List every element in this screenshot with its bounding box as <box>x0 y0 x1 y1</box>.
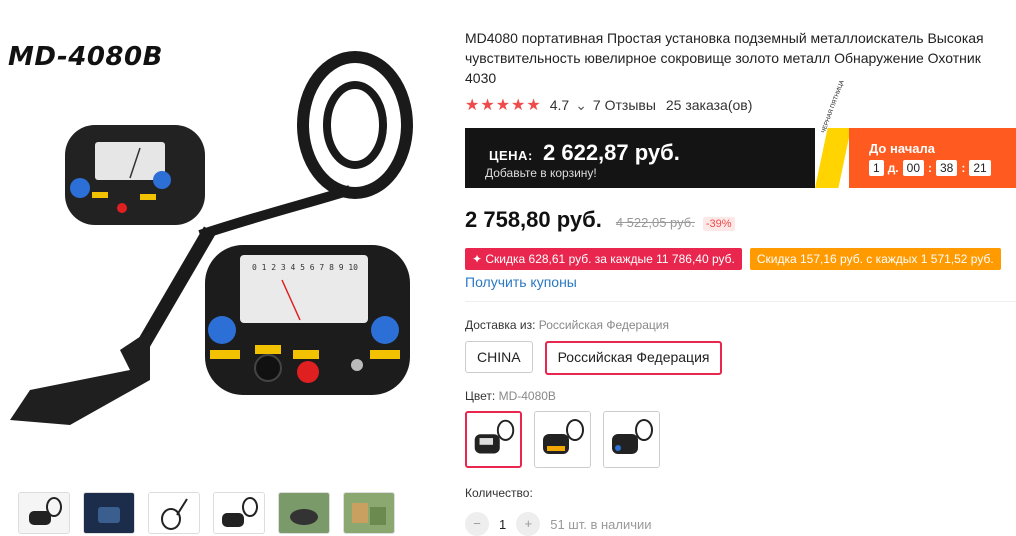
promo-banner: ЦЕНА: 2 622,87 руб. Добавьте в корзину! … <box>465 80 1016 188</box>
main-product-image[interactable]: 0 1 2 3 4 5 6 7 8 9 10 <box>0 30 452 485</box>
promo-stripe <box>815 128 851 188</box>
product-gallery: MD-4080B 0 1 2 3 4 5 6 7 8 9 10 <box>0 0 452 534</box>
coupon-list: ✦ Скидка 628,61 руб. за каждые 11 786,40… <box>465 248 1001 270</box>
chevron-down-icon[interactable]: ⌄ <box>575 97 587 114</box>
color-swatch[interactable] <box>465 411 522 468</box>
timer-minutes: 38 <box>936 160 958 176</box>
timer-days-suffix: д. <box>887 161 899 175</box>
discount-badge: -39% <box>702 217 735 231</box>
ship-option-russia[interactable]: Российская Федерация <box>544 341 723 375</box>
color-label: Цвет: MD-4080B <box>465 389 556 403</box>
promo-price-value: 2 622,87 руб. <box>543 140 680 165</box>
quantity-label: Количество: <box>465 486 533 500</box>
promo-price-label: ЦЕНА: <box>489 148 533 163</box>
coupon-select[interactable]: Скидка 157,16 руб. с каждых 1 571,52 руб… <box>749 248 1001 270</box>
promo-price-block: ЦЕНА: 2 622,87 руб. Добавьте в корзину! <box>465 128 815 188</box>
old-price: 4 522,05 руб. <box>615 215 695 230</box>
shipping-selected-value: Российская Федерация <box>538 318 669 332</box>
thumbnail[interactable] <box>18 492 70 534</box>
orders-count: 25 заказа(ов) <box>665 97 753 113</box>
quantity-decrease-button[interactable]: − <box>465 512 489 536</box>
price-row: 2 758,80 руб. 4 522,05 руб. -39% <box>465 207 735 233</box>
star-rating-icon: ★★★★★ <box>465 97 542 114</box>
rating-value: 4.7 <box>549 97 570 113</box>
timer-hours: 00 <box>902 160 924 176</box>
timer-sep: : <box>928 161 932 175</box>
thumbnail[interactable] <box>278 492 330 534</box>
svg-text:0 1 2 3 4 5 6 7 8 9 10: 0 1 2 3 4 5 6 7 8 9 10 <box>252 263 358 272</box>
shipping-options: CHINA Российская Федерация <box>465 341 723 375</box>
color-swatch[interactable] <box>534 411 591 468</box>
timer-sep: : <box>961 161 966 175</box>
quantity-stepper: − 1 + 51 шт. в наличии <box>465 512 652 536</box>
rating-row: ★★★★★ 4.7 ⌄ 7 Отзывы 25 заказа(ов) <box>465 95 752 115</box>
stock-available: 51 шт. в наличии <box>550 516 652 532</box>
quantity-value[interactable]: 1 <box>499 517 506 532</box>
reviews-link[interactable]: 7 Отзывы <box>593 97 656 113</box>
color-label-text: Цвет: <box>465 389 496 403</box>
quantity-increase-button[interactable]: + <box>516 512 541 536</box>
current-price: 2 758,80 руб. <box>465 207 602 232</box>
promo-subtext: Добавьте в корзину! <box>485 166 597 180</box>
color-selected-value: MD-4080B <box>498 389 556 403</box>
thumbnail[interactable] <box>343 492 395 534</box>
shipping-label: Доставка из: Российская Федерация <box>465 318 669 332</box>
timer-seconds: 21 <box>969 160 991 176</box>
promo-countdown: До начала 1 д. 00 : 38 : 21 <box>849 128 1016 188</box>
thumbnail-strip <box>18 492 395 534</box>
thumbnail[interactable] <box>213 492 265 534</box>
coupon-store[interactable]: ✦ Скидка 628,61 руб. за каждые 11 786,40… <box>465 248 742 270</box>
get-coupons-link[interactable]: Получить купоны <box>465 274 577 290</box>
countdown-label: До начала <box>869 141 935 156</box>
thumbnail[interactable] <box>83 492 135 534</box>
shipping-label-text: Доставка из: <box>465 318 536 332</box>
divider <box>465 301 1016 302</box>
color-swatches <box>465 411 660 468</box>
color-swatch[interactable] <box>603 411 660 468</box>
thumbnail[interactable] <box>148 492 200 534</box>
timer-days: 1 <box>869 160 884 176</box>
ship-option-china[interactable]: CHINA <box>465 341 533 373</box>
product-title: MD4080 портативная Простая установка под… <box>465 30 984 86</box>
countdown-timer: 1 д. 00 : 38 : 21 <box>869 160 991 176</box>
